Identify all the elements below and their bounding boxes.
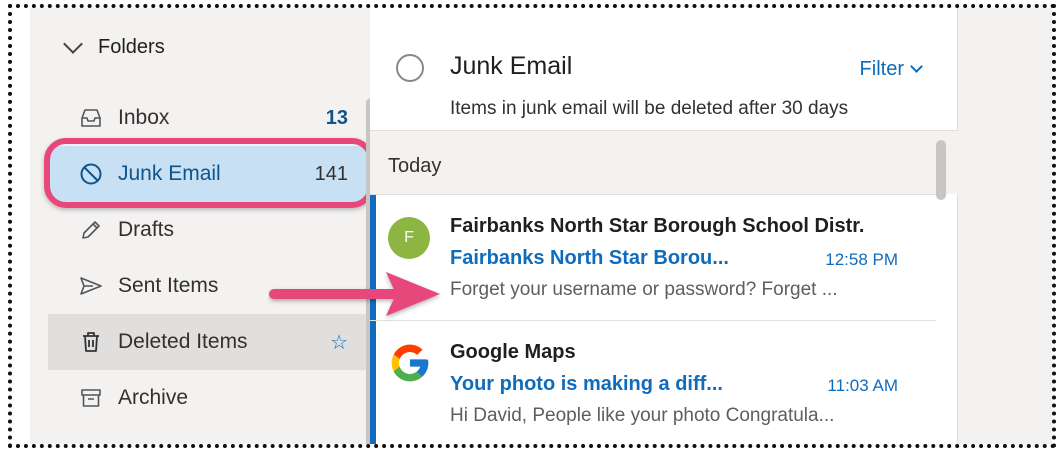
filter-label: Filter — [859, 58, 904, 80]
message-time: 11:03 AM — [827, 376, 898, 395]
message-preview: Hi David, People like your photo Congrat… — [450, 405, 835, 426]
message-sender: Google Maps — [450, 341, 576, 363]
chevron-down-icon — [910, 60, 923, 73]
send-icon — [78, 273, 104, 299]
unread-indicator — [370, 321, 376, 444]
reading-pane — [958, 8, 1052, 444]
folder-item-archive[interactable]: Archive — [48, 370, 368, 426]
folder-item-drafts[interactable]: Drafts — [48, 202, 368, 258]
chevron-down-icon — [63, 33, 83, 54]
folders-header[interactable]: Folders — [63, 33, 165, 59]
message-item[interactable]: F Fairbanks North Star Borough School Di… — [370, 194, 936, 320]
unread-count: 13 — [325, 106, 348, 129]
filter-button[interactable]: Filter — [859, 58, 923, 81]
avatar: F — [388, 217, 430, 259]
trash-icon — [78, 329, 104, 355]
google-logo-icon — [391, 344, 429, 382]
group-header: Today — [370, 130, 958, 194]
pencil-icon — [78, 217, 104, 243]
screenshot-frame: Folders Inbox 13 Junk Email 141 Drafts S… — [8, 4, 1056, 448]
message-sender: Fairbanks North Star Borough School Dist… — [450, 215, 865, 237]
folders-header-label: Folders — [98, 36, 165, 58]
archive-icon — [78, 385, 104, 411]
junk-notice: Items in junk email will be deleted afte… — [450, 98, 849, 119]
message-list-pane: Junk Email Filter Items in junk email wi… — [370, 8, 958, 444]
folder-label: Inbox — [118, 106, 170, 129]
message-subject: Your photo is making a diff... — [450, 373, 723, 395]
star-icon[interactable]: ☆ — [330, 330, 348, 355]
folder-label: Deleted Items — [118, 330, 248, 353]
folder-label: Drafts — [118, 218, 175, 241]
message-subject: Fairbanks North Star Borou... — [450, 247, 729, 269]
highlight-ring — [44, 138, 374, 208]
folder-pane: Folders Inbox 13 Junk Email 141 Drafts S… — [30, 8, 376, 444]
group-label: Today — [388, 155, 442, 177]
message-preview: Forget your username or password? Forget… — [450, 279, 838, 300]
annotation-arrow-icon — [269, 272, 440, 316]
inbox-icon — [78, 105, 104, 131]
select-all-checkbox[interactable] — [396, 54, 424, 82]
list-title: Junk Email — [450, 52, 573, 80]
message-time: 12:58 PM — [825, 250, 898, 269]
message-item[interactable]: Google Maps Your photo is making a diff.… — [370, 320, 936, 444]
message-list-scrollbar[interactable] — [936, 140, 946, 200]
folder-label: Archive — [118, 386, 189, 409]
folder-label: Sent Items — [118, 274, 219, 297]
